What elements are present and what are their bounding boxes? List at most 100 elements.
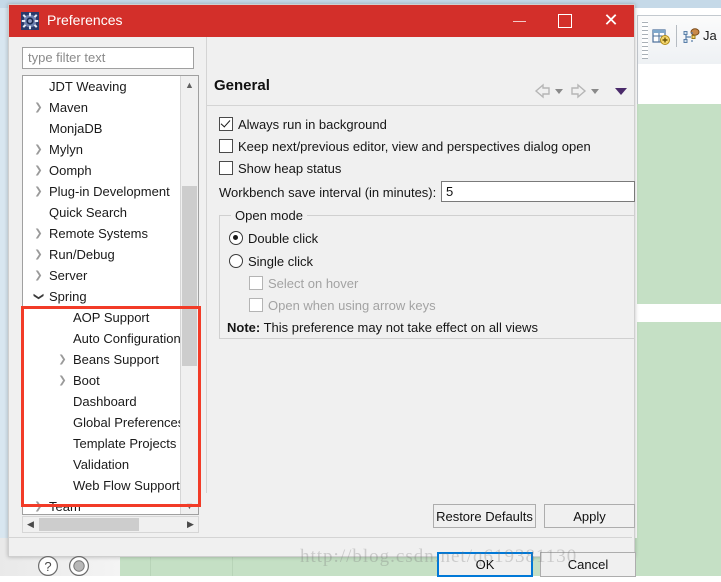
tree-item-template-projects[interactable]: Template Projects (23, 433, 182, 454)
checkbox-label: Open when using arrow keys (268, 298, 436, 313)
help-question-icon[interactable]: ? (37, 555, 59, 577)
checkbox-always-run-background[interactable]: Always run in background (219, 117, 387, 132)
tree-item-label: Server (49, 268, 88, 283)
save-interval-input[interactable]: 5 (441, 181, 635, 202)
watermark-text: http://blog.csdn.net/q619381130 (300, 546, 578, 567)
preferences-tree[interactable]: JDT Weaving ❯ Maven MonjaDB ❯ Mylyn ❯ Oomph ❯ Plu… (22, 75, 199, 515)
tree-item-mylyn[interactable]: ❯ Mylyn (23, 139, 182, 160)
vertical-scroll-thumb[interactable] (182, 186, 197, 366)
tree-item-oomph[interactable]: ❯ Oomph (23, 160, 182, 181)
close-button[interactable]: ✕ (588, 5, 634, 37)
tree-item-label: Run/Debug (49, 247, 115, 262)
horizontal-scroll-thumb[interactable] (39, 518, 139, 531)
chevron-right-icon[interactable]: ❯ (57, 370, 68, 391)
page-title: General (214, 77, 270, 94)
checkbox-open-with-arrow-keys: Open when using arrow keys (249, 298, 436, 313)
record-circle-icon[interactable] (68, 555, 90, 577)
tree-item-label: Web Flow Support (73, 478, 180, 493)
tree-item-label: Plug-in Development (49, 184, 170, 199)
tree-item-monjadb[interactable]: MonjaDB (23, 118, 182, 139)
checkbox-label: Show heap status (238, 161, 342, 176)
tree-item-dashboard[interactable]: Dashboard (23, 391, 182, 412)
tree-item-server[interactable]: ❯ Server (23, 265, 182, 286)
tree-vertical-scrollbar[interactable]: ▲ ▼ (180, 76, 198, 514)
tree-item-label: Spring (49, 289, 87, 304)
tree-item-label: Boot (73, 373, 100, 388)
checkbox-icon (219, 161, 233, 175)
ide-editor-green-1 (637, 104, 721, 304)
minimize-button[interactable] (496, 5, 542, 37)
chevron-right-icon[interactable]: ❯ (33, 244, 44, 265)
tree-item-quick-search[interactable]: Quick Search (23, 202, 182, 223)
tree-item-maven[interactable]: ❯ Maven (23, 97, 182, 118)
forward-arrow-icon (571, 83, 587, 99)
maximize-button[interactable] (542, 5, 588, 37)
chevron-right-icon[interactable]: ❯ (33, 496, 44, 514)
tree-item-label: Remote Systems (49, 226, 148, 241)
tree-item-beans-support[interactable]: ❯ Beans Support (23, 349, 182, 370)
save-interval-label: Workbench save interval (in minutes): (219, 185, 437, 200)
tree-item-label: Dashboard (73, 394, 137, 409)
ide-editor-green-2 (637, 322, 721, 538)
view-menu-chevron-icon (615, 88, 627, 95)
checkbox-icon (249, 298, 263, 312)
tree-item-validation[interactable]: Validation (23, 454, 182, 475)
tree-item-team[interactable]: ❯ Team (23, 496, 182, 514)
chevron-right-icon[interactable]: ❯ (57, 349, 68, 370)
chevron-right-icon[interactable]: ❯ (33, 160, 44, 181)
radio-label: Double click (248, 231, 319, 246)
tree-item-aop-support[interactable]: AOP Support (23, 307, 182, 328)
preferences-gear-icon (21, 12, 39, 30)
chevron-down-icon[interactable]: ❯ (28, 291, 49, 302)
radio-single-click[interactable]: Single click (229, 254, 313, 269)
tree-item-label: Quick Search (49, 205, 128, 220)
open-mode-note: Note: This preference may not take effec… (227, 320, 538, 335)
dialog-titlebar[interactable]: Preferences ✕ (9, 5, 634, 37)
tree-horizontal-scrollbar[interactable]: ◀ ▶ (22, 516, 199, 533)
tree-item-spring[interactable]: ❯ Spring (23, 286, 182, 307)
chevron-right-icon[interactable]: ❯ (33, 223, 44, 244)
restore-defaults-button[interactable]: Restore Defaults (433, 504, 536, 528)
chevron-right-icon[interactable]: ❯ (33, 181, 44, 202)
apply-button[interactable]: Apply (544, 504, 635, 528)
radio-double-click[interactable]: Double click (229, 231, 318, 246)
tree-item-label: Beans Support (73, 352, 160, 367)
radio-label: Single click (248, 254, 314, 269)
page-header-divider (207, 105, 634, 106)
window-controls: ✕ (496, 5, 634, 37)
java-perspective-icon[interactable] (683, 28, 701, 46)
checkbox-show-heap-status[interactable]: Show heap status (219, 161, 341, 176)
tree-item-label: Validation (73, 457, 130, 472)
close-icon: ✕ (603, 10, 619, 31)
tree-item-web-flow-support[interactable]: Web Flow Support (23, 475, 182, 496)
svg-text:?: ? (44, 559, 51, 574)
chevron-right-icon[interactable]: ❯ (33, 139, 44, 160)
scroll-left-arrow-icon[interactable]: ◀ (23, 517, 38, 532)
tree-item-plug-in-development[interactable]: ❯ Plug-in Development (23, 181, 182, 202)
checkbox-label: Keep next/previous editor, view and pers… (238, 139, 591, 154)
tree-item-remote-systems[interactable]: ❯ Remote Systems (23, 223, 182, 244)
tree-item-boot[interactable]: ❯ Boot (23, 370, 182, 391)
tree-item-jdt-weaving[interactable]: JDT Weaving (23, 76, 182, 97)
scroll-up-arrow-icon[interactable]: ▲ (181, 76, 198, 93)
tree-item-label: Auto Configuration (73, 331, 181, 346)
back-arrow-icon (534, 83, 550, 99)
new-file-icon[interactable] (652, 28, 670, 46)
tree-item-label: Mylyn (49, 142, 83, 157)
tree-item-auto-configuration[interactable]: Auto Configuration (23, 328, 182, 349)
note-prefix: Note: (227, 320, 261, 335)
minimize-icon (512, 20, 526, 22)
chevron-right-icon[interactable]: ❯ (33, 265, 44, 286)
filter-input[interactable]: type filter text (22, 47, 194, 69)
tree-item-label: Global Preferences (73, 415, 182, 430)
tree-item-global-preferences[interactable]: Global Preferences (23, 412, 182, 433)
scroll-down-arrow-icon[interactable]: ▼ (181, 497, 198, 514)
chevron-right-icon[interactable]: ❯ (33, 97, 44, 118)
tree-item-run-debug[interactable]: ❯ Run/Debug (23, 244, 182, 265)
toolbar-grip-icon[interactable] (642, 21, 648, 59)
ide-editor-blank-1 (637, 64, 721, 104)
scroll-right-arrow-icon[interactable]: ▶ (183, 517, 198, 532)
ide-editor-blank-2 (637, 304, 721, 322)
checkbox-keep-dialog-open[interactable]: Keep next/previous editor, view and pers… (219, 139, 591, 154)
chevron-down-icon (555, 89, 563, 94)
